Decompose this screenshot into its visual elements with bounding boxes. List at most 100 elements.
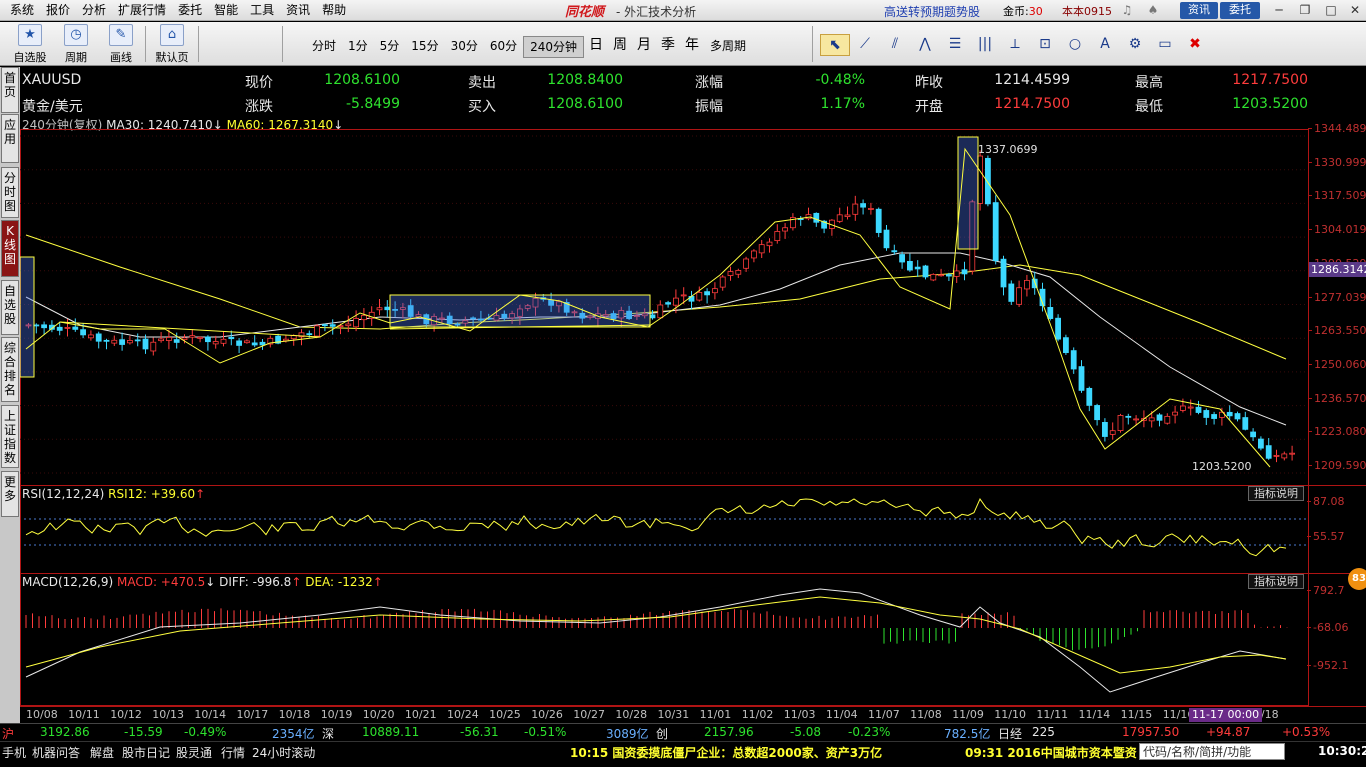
market-index-bar: 沪 3192.86 -15.59 -0.49% 2354亿 深 10889.11… xyxy=(0,723,1366,741)
period-tab[interactable]: 季 xyxy=(656,36,680,58)
candle-body xyxy=(891,250,898,253)
candle-body xyxy=(189,335,196,338)
sh-index: 3192.86 xyxy=(40,725,90,739)
promo-link[interactable]: 高送转预期题势股 xyxy=(884,3,980,20)
menu-item[interactable]: 扩展行情 xyxy=(112,2,172,18)
period-tab[interactable]: 60分 xyxy=(484,36,523,58)
candle-body xyxy=(80,329,86,336)
draw-tool-icon[interactable]: ⟋ xyxy=(850,34,880,56)
side-tabs: 首页 应用分时图 K线图自选股综合排名上证指数更多 xyxy=(0,67,20,723)
chart-border xyxy=(20,129,1309,706)
menu-item[interactable]: 委托 xyxy=(172,2,208,18)
side-tab[interactable]: K线图 xyxy=(1,220,19,277)
period-tab[interactable]: 5分 xyxy=(374,36,406,58)
period-tab[interactable]: 分时 xyxy=(306,36,342,58)
sh-label: 沪 xyxy=(2,727,15,741)
status-tab[interactable]: 解盘 xyxy=(90,744,114,761)
draw-tool-icon[interactable]: ⊡ xyxy=(1030,34,1060,56)
candle-body xyxy=(127,340,133,344)
toolbar-button[interactable]: ◷ 周期 xyxy=(54,24,98,65)
news-ticker-left[interactable]: 10:15 国资委摸底僵尸企业：总数超2000家、资产3万亿 xyxy=(570,744,882,761)
draw-tool-icon[interactable]: ☰ xyxy=(940,34,970,56)
restore-icon[interactable]: ❐ xyxy=(1296,2,1314,18)
side-tab[interactable]: 应用 xyxy=(1,114,19,163)
news-ticker-right[interactable]: 09:31 2016中国城市资本暨资 xyxy=(965,744,1137,761)
sh-change: -15.59 xyxy=(124,725,163,739)
draw-tool-icon[interactable]: ⚙ xyxy=(1120,34,1150,56)
side-tab[interactable]: 首页 xyxy=(1,67,19,113)
floating-badge[interactable]: 83 xyxy=(1348,568,1366,590)
side-tab[interactable]: 上证指数 xyxy=(1,405,19,468)
period-tab[interactable]: 周 xyxy=(608,36,632,58)
macd-help-button[interactable]: 指标说明 xyxy=(1248,574,1304,589)
candle-body xyxy=(751,250,757,259)
draw-tool-icon[interactable]: A xyxy=(1090,34,1120,56)
trade-button[interactable]: 委托 xyxy=(1220,2,1260,19)
period-tab[interactable]: 30分 xyxy=(445,36,484,58)
candle-body xyxy=(1258,438,1264,449)
draw-tool-icon[interactable]: ⟂ xyxy=(1000,34,1030,56)
draw-tool-icon[interactable]: ✖ xyxy=(1180,34,1210,56)
period-tab[interactable]: 15分 xyxy=(405,36,444,58)
rsi-help-button[interactable]: 指标说明 xyxy=(1248,486,1304,501)
status-tab[interactable]: 手机 xyxy=(2,744,26,761)
toolbar-button[interactable]: ⌂ 默认页 xyxy=(150,24,194,65)
draw-tool-icon[interactable]: ||| xyxy=(970,34,1000,56)
status-tab[interactable]: 行情 xyxy=(221,744,245,761)
coin-counter[interactable]: 金币:30 xyxy=(1003,3,1043,19)
side-tab[interactable]: 分时图 xyxy=(1,167,19,218)
drawing-tools: ⬉ ⟋ ⫽ ⋀ ☰ ||| ⟂ ⊡ ○ A ⚙ ▭ ✖ xyxy=(820,34,1210,56)
candle-body xyxy=(1180,405,1186,411)
draw-tool-icon[interactable]: ▭ xyxy=(1150,34,1180,56)
candle-body xyxy=(946,274,952,277)
period-tab[interactable]: 年 xyxy=(680,36,704,58)
candle-body xyxy=(1195,406,1202,413)
maximize-icon[interactable]: □ xyxy=(1322,2,1340,18)
period-tab[interactable]: 多周期 xyxy=(704,36,752,58)
high-price-label: 1337.0699 xyxy=(978,143,1038,156)
menu-item[interactable]: 资讯 xyxy=(280,2,316,18)
bell-icon[interactable]: ♫ xyxy=(1120,3,1134,17)
rsi-value: RSI12: +39.60 xyxy=(108,487,196,501)
nikkei-label: 日经 xyxy=(998,727,1023,741)
status-tab[interactable]: 24小时滚动 xyxy=(252,744,315,761)
date-tick: 10/20 xyxy=(362,708,395,721)
period-tab[interactable]: 日 xyxy=(584,36,608,58)
toolbar-button[interactable]: ★ 自选股 xyxy=(8,24,52,65)
period-tab[interactable]: 月 xyxy=(632,36,656,58)
draw-tool-icon[interactable]: ⬉ xyxy=(820,34,850,56)
toolbar-button[interactable]: ✎ 画线 xyxy=(99,24,143,65)
side-tab[interactable]: 自选股 xyxy=(1,280,19,335)
close-icon[interactable]: ✕ xyxy=(1346,2,1364,18)
toolbar-label: 自选股 xyxy=(13,51,47,64)
menu-item[interactable]: 智能 xyxy=(208,2,244,18)
candle-body xyxy=(306,333,313,336)
news-button[interactable]: 资讯 xyxy=(1180,2,1218,19)
shirt-icon[interactable]: ♠ xyxy=(1146,3,1160,17)
status-tab[interactable]: 机器问答 xyxy=(32,744,80,761)
menu-item[interactable]: 工具 xyxy=(244,2,280,18)
minimize-icon[interactable]: ─ xyxy=(1270,2,1288,18)
menu-item[interactable]: 分析 xyxy=(76,2,112,18)
status-tab[interactable]: 股灵通 xyxy=(176,744,212,761)
candlestick-chart[interactable]: 1337.0699 1203.5200 xyxy=(20,67,1366,723)
menu-item[interactable]: 系统 xyxy=(4,2,40,18)
candle-body xyxy=(985,157,991,205)
period-tab[interactable]: 240分钟 xyxy=(523,36,585,58)
nikkei-value: 17957.50 xyxy=(1122,725,1180,739)
date-tick: 10/24 xyxy=(447,708,479,721)
status-tab[interactable]: 股市日记 xyxy=(122,744,170,761)
candle-body xyxy=(1265,445,1272,459)
up-arrow-icon: ↑ xyxy=(195,487,206,501)
draw-tool-icon[interactable]: ⋀ xyxy=(910,34,940,56)
draw-tool-icon[interactable]: ⫽ xyxy=(880,34,910,56)
candle-body xyxy=(1070,350,1077,370)
code-search-input[interactable]: 代码/名称/简拼/功能 xyxy=(1139,743,1285,760)
menu-item[interactable]: 报价 xyxy=(40,2,76,18)
period-tab[interactable]: 1分 xyxy=(342,36,374,58)
side-tab[interactable]: 更多 xyxy=(1,471,19,517)
draw-tool-icon[interactable]: ○ xyxy=(1060,34,1090,56)
menu-item[interactable]: 帮助 xyxy=(316,2,352,18)
candle-body xyxy=(1133,418,1139,421)
side-tab[interactable]: 综合排名 xyxy=(1,337,19,402)
